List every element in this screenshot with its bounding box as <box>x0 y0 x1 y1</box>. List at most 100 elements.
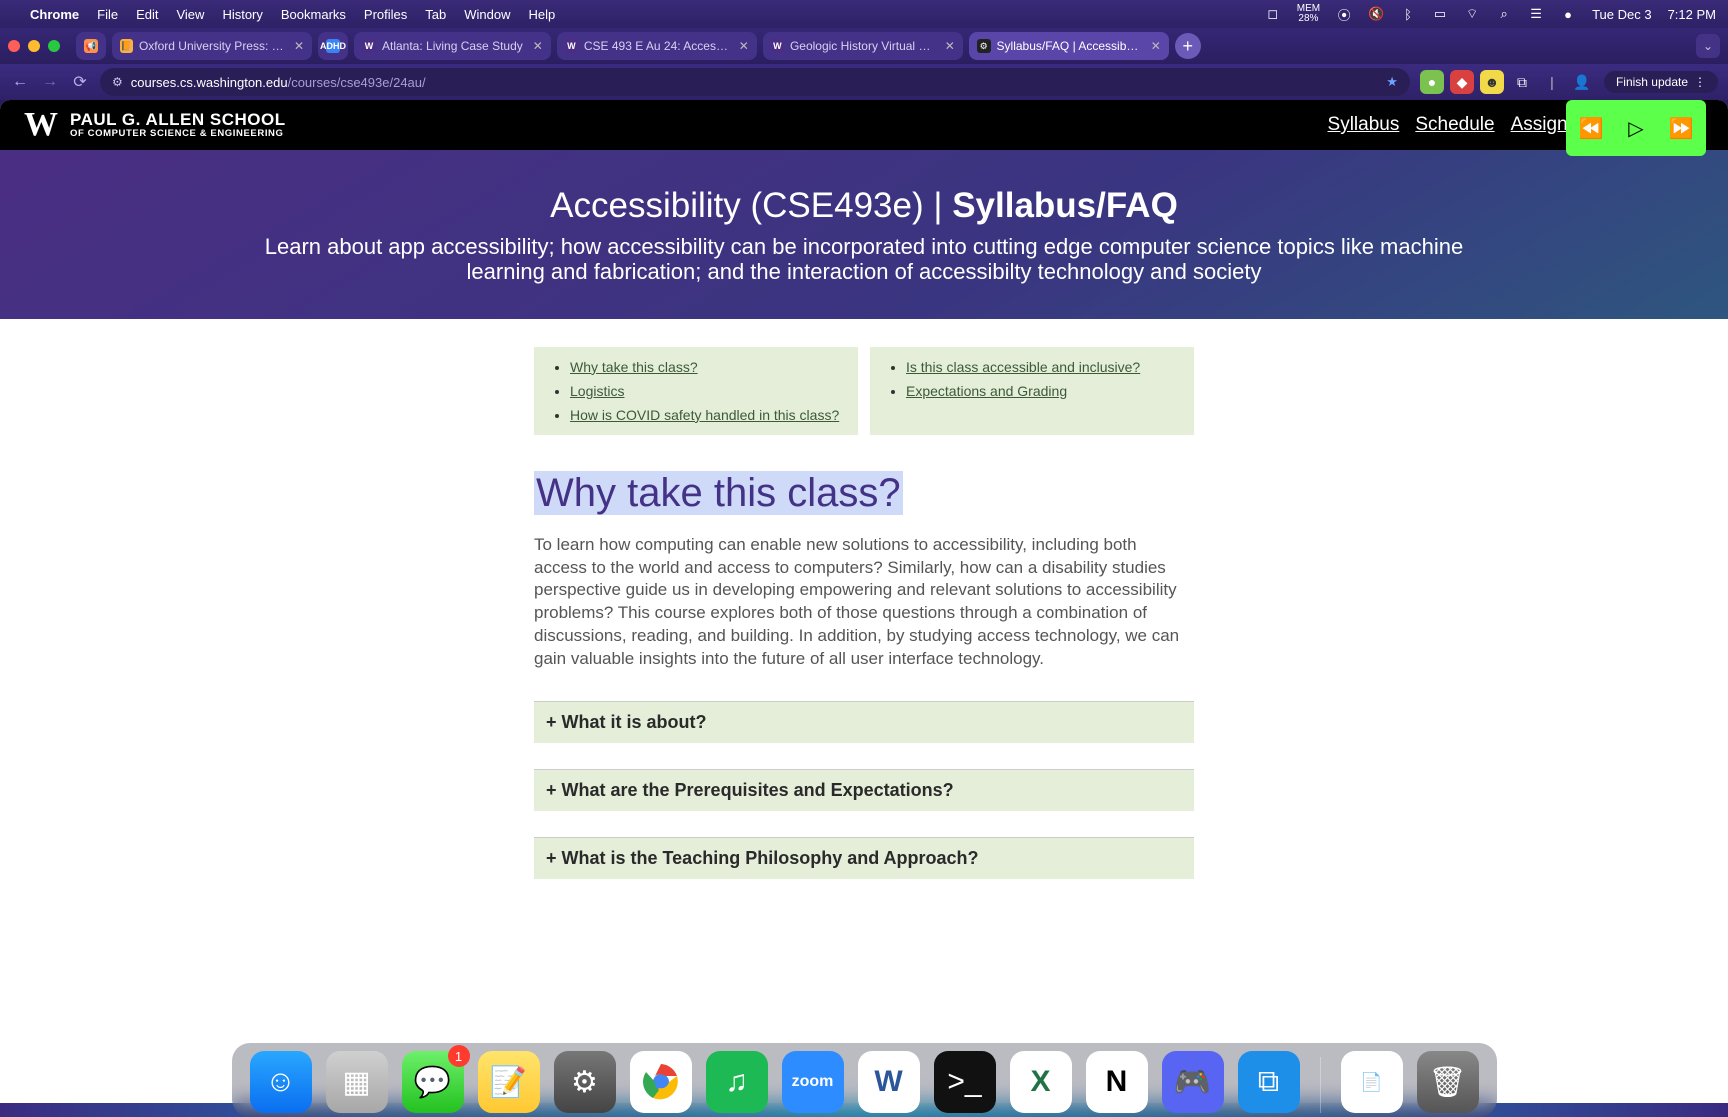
dock-spotify[interactable]: ♫ <box>706 1051 768 1113</box>
site-header: W PAUL G. ALLEN SCHOOL OF COMPUTER SCIEN… <box>0 100 1728 150</box>
accordion-item[interactable]: + What is the Teaching Philosophy and Ap… <box>534 837 1194 879</box>
page-viewport: W PAUL G. ALLEN SCHOOL OF COMPUTER SCIEN… <box>0 100 1728 1117</box>
tab-atlanta[interactable]: W Atlanta: Living Case Study ✕ <box>354 32 551 60</box>
main-content: Why take this class? Logistics How is CO… <box>534 319 1194 1006</box>
tab-geologic[interactable]: W Geologic History Virtual Field ✕ <box>763 32 963 60</box>
url-host: courses.cs.washington.edu <box>131 75 288 90</box>
close-icon[interactable]: ✕ <box>294 39 304 53</box>
page-title: Accessibility (CSE493e) | Syllabus/FAQ <box>80 186 1648 226</box>
wifi-icon[interactable]: ⌔ <box>1464 6 1480 22</box>
extension-icon[interactable]: ⧉ <box>1510 70 1534 94</box>
uw-logo[interactable]: W PAUL G. ALLEN SCHOOL OF COMPUTER SCIEN… <box>24 106 286 144</box>
dock-chrome[interactable] <box>630 1051 692 1113</box>
search-icon[interactable]: ⌕ <box>1496 6 1512 22</box>
rewind-icon[interactable]: ⏪ <box>1578 116 1603 141</box>
fastforward-icon[interactable]: ⏩ <box>1669 116 1694 141</box>
hero-banner: Accessibility (CSE493e) | Syllabus/FAQ L… <box>0 150 1728 319</box>
menubar-date[interactable]: Tue Dec 3 <box>1592 7 1652 22</box>
menu-window[interactable]: Window <box>464 7 510 22</box>
extension-icon[interactable]: ● <box>1420 70 1444 94</box>
close-window[interactable] <box>8 40 20 52</box>
extension-icon[interactable]: ◆ <box>1450 70 1474 94</box>
tab-adhd[interactable]: ADHD <box>318 32 348 60</box>
close-icon[interactable]: ✕ <box>945 39 955 53</box>
badge: 1 <box>448 1045 470 1067</box>
dock: ☺ ▦ 💬1 📝 ⚙ ♫ zoom W >_ X N 🎮 ⧉ 📄 🗑 <box>232 1043 1497 1117</box>
battery-icon[interactable]: ▭ <box>1432 6 1448 22</box>
toc-link[interactable]: Expectations and Grading <box>906 383 1067 399</box>
play-icon[interactable]: ▷ <box>1628 116 1643 141</box>
address-bar[interactable]: ⚙ courses.cs.washington.edu/courses/cse4… <box>100 68 1410 96</box>
finish-update-button[interactable]: Finish update ⋮ <box>1604 71 1718 93</box>
menu-view[interactable]: View <box>176 7 204 22</box>
toc-link[interactable]: Logistics <box>570 383 624 399</box>
mem-indicator[interactable]: MEM28% <box>1297 4 1320 24</box>
dock-notes[interactable]: 📝 <box>478 1051 540 1113</box>
close-icon[interactable]: ✕ <box>1151 39 1161 53</box>
app-name[interactable]: Chrome <box>30 7 79 22</box>
megaphone-icon: 📢 <box>84 39 98 53</box>
minimize-window[interactable] <box>28 40 40 52</box>
tab-pinned[interactable]: 📢 <box>76 32 106 60</box>
toc-link[interactable]: Is this class accessible and inclusive? <box>906 359 1140 375</box>
tab-cse493[interactable]: W CSE 493 E Au 24: Accessibili ✕ <box>557 32 757 60</box>
menubar-time[interactable]: 7:12 PM <box>1668 7 1716 22</box>
new-tab-button[interactable]: + <box>1175 33 1201 59</box>
dock-zoom[interactable]: zoom <box>782 1051 844 1113</box>
dock-launchpad[interactable]: ▦ <box>326 1051 388 1113</box>
dock-recent-doc[interactable]: 📄 <box>1341 1051 1403 1113</box>
dock-notion[interactable]: N <box>1086 1051 1148 1113</box>
close-icon[interactable]: ✕ <box>739 39 749 53</box>
w-icon: W <box>565 39 578 53</box>
section-paragraph: To learn how computing can enable new so… <box>534 534 1194 672</box>
menu-profiles[interactable]: Profiles <box>364 7 407 22</box>
dock-terminal[interactable]: >_ <box>934 1051 996 1113</box>
accordion-item[interactable]: + What are the Prerequisites and Expecta… <box>534 769 1194 811</box>
dock-settings[interactable]: ⚙ <box>554 1051 616 1113</box>
toc-link[interactable]: Why take this class? <box>570 359 698 375</box>
menu-bookmarks[interactable]: Bookmarks <box>281 7 346 22</box>
dock-messages[interactable]: 💬1 <box>402 1051 464 1113</box>
nav-syllabus[interactable]: Syllabus <box>1328 114 1400 136</box>
menu-history[interactable]: History <box>222 7 262 22</box>
volume-mute-icon[interactable]: 🔇 <box>1368 6 1384 22</box>
toc: Why take this class? Logistics How is CO… <box>534 347 1194 435</box>
menu-edit[interactable]: Edit <box>136 7 158 22</box>
dock-word[interactable]: W <box>858 1051 920 1113</box>
back-button[interactable]: ← <box>10 73 30 91</box>
section-heading: Why take this class? <box>534 471 903 515</box>
record-icon[interactable]: ⦿ <box>1336 6 1352 22</box>
notion-menubar-icon[interactable]: ◻ <box>1265 6 1281 22</box>
tab-syllabus-active[interactable]: ⚙ Syllabus/FAQ | Accessibility ✕ <box>969 32 1169 60</box>
menu-tab[interactable]: Tab <box>425 7 446 22</box>
page-subtitle: Learn about app accessibility; how acces… <box>239 234 1489 285</box>
dock-finder[interactable]: ☺ <box>250 1051 312 1113</box>
profile-icon[interactable]: 👤 <box>1570 70 1594 94</box>
extension-icon[interactable]: ☻ <box>1480 70 1504 94</box>
dock-vscode[interactable]: ⧉ <box>1238 1051 1300 1113</box>
media-control-overlay: ⏪ ▷ ⏩ <box>1566 100 1706 156</box>
toc-col-1: Why take this class? Logistics How is CO… <box>534 347 858 435</box>
maximize-window[interactable] <box>48 40 60 52</box>
bookmark-star-icon[interactable]: ★ <box>1386 74 1398 90</box>
siri-icon[interactable]: ● <box>1560 6 1576 22</box>
url-path: /courses/cse493e/24au/ <box>288 75 426 90</box>
menu-file[interactable]: File <box>97 7 118 22</box>
site-info-icon[interactable]: ⚙ <box>112 75 123 89</box>
dock-discord[interactable]: 🎮 <box>1162 1051 1224 1113</box>
window-controls <box>8 40 60 52</box>
forward-button[interactable]: → <box>40 73 60 91</box>
control-center-icon[interactable]: ☰ <box>1528 6 1544 22</box>
accordion-item[interactable]: + What it is about? <box>534 701 1194 743</box>
dock-trash[interactable]: 🗑 <box>1417 1051 1479 1113</box>
menu-help[interactable]: Help <box>529 7 556 22</box>
close-icon[interactable]: ✕ <box>533 39 543 53</box>
tab-oxford[interactable]: 📙 Oxford University Press: Clas ✕ <box>112 32 312 60</box>
reload-button[interactable]: ⟳ <box>70 72 90 92</box>
school-dept: OF COMPUTER SCIENCE & ENGINEERING <box>70 129 286 139</box>
dock-excel[interactable]: X <box>1010 1051 1072 1113</box>
bluetooth-icon[interactable]: ᛒ <box>1400 6 1416 22</box>
toc-link[interactable]: How is COVID safety handled in this clas… <box>570 407 839 423</box>
tabs-menu-button[interactable]: ⌄ <box>1696 34 1720 58</box>
nav-schedule[interactable]: Schedule <box>1415 114 1494 136</box>
